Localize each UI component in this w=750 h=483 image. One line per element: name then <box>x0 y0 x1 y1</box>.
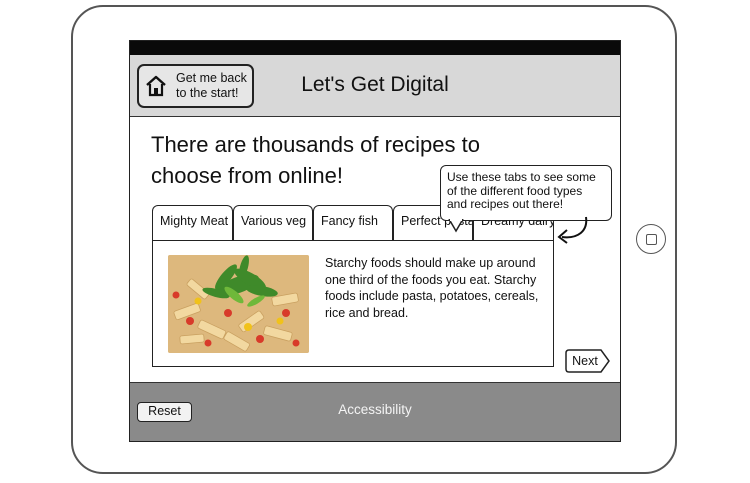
tab-mighty-meat[interactable]: Mighty Meat <box>152 205 233 241</box>
tooltip-pointer <box>448 219 464 233</box>
header: Get me back to the start! Let's Get Digi… <box>130 55 620 117</box>
home-square-icon <box>646 234 657 245</box>
page-title: Let's Get Digital <box>130 73 620 97</box>
food-description: Starchy foods should make up around one … <box>325 256 539 320</box>
accessibility-link[interactable]: Accessibility <box>130 402 620 417</box>
app-screen: Get me back to the start! Let's Get Digi… <box>129 40 621 442</box>
footer: Reset Accessibility <box>130 382 620 441</box>
tab-content-panel: Starchy foods should make up around one … <box>152 240 554 367</box>
next-label: Next <box>572 354 598 368</box>
status-bar <box>130 41 620 55</box>
device-home-button[interactable] <box>636 224 666 254</box>
accessibility-label: Accessibility <box>338 402 412 417</box>
tab-various-veg[interactable]: Various veg <box>233 205 313 241</box>
tab-fancy-fish[interactable]: Fancy fish <box>313 205 393 241</box>
next-button[interactable]: Next <box>565 349 611 373</box>
pasta-photo <box>168 255 309 353</box>
page-title-text: Let's Get Digital <box>301 73 449 96</box>
tabs-tooltip: Use these tabs to see some of the differ… <box>440 165 612 221</box>
curved-arrow-icon <box>557 216 588 244</box>
